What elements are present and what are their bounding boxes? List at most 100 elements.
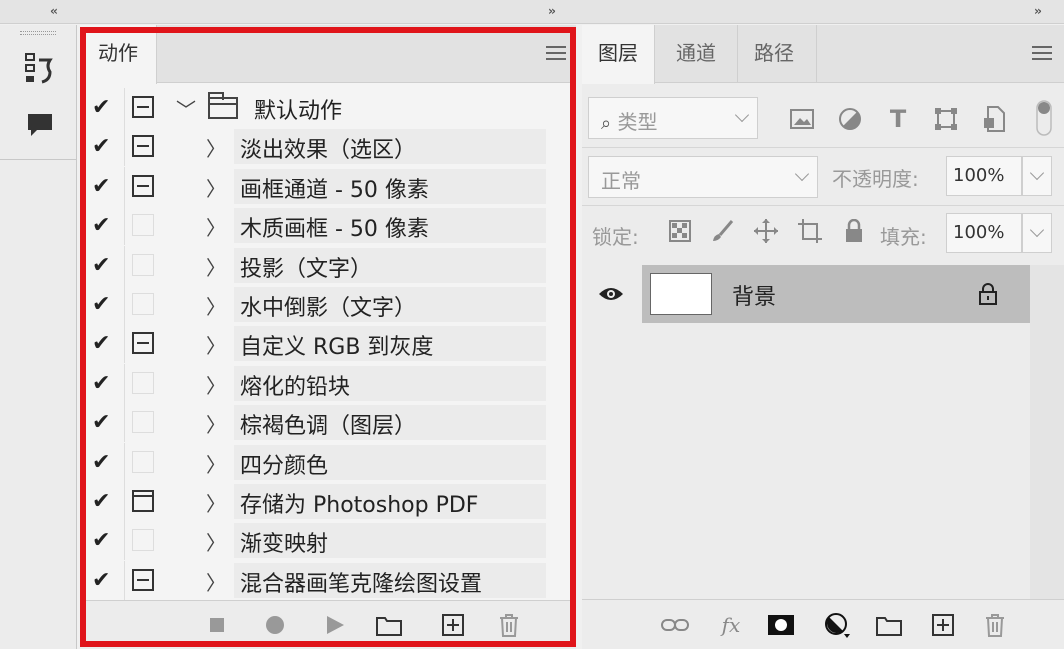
- strip-grip[interactable]: [20, 31, 56, 35]
- new-fill-adjustment-icon[interactable]: [822, 610, 852, 640]
- filter-pixel-icon[interactable]: [788, 105, 816, 133]
- expand-right-icon[interactable]: ››: [1034, 4, 1042, 18]
- lock-image-pixels-brush-icon[interactable]: [708, 217, 736, 245]
- opacity-input[interactable]: 100%: [946, 156, 1022, 196]
- action-row[interactable]: ✔ 〉存储为 Photoshop PDF: [88, 482, 568, 521]
- lock-transparent-pixels-icon[interactable]: [666, 217, 694, 245]
- stop-icon[interactable]: [204, 612, 230, 638]
- chevron-right-icon[interactable]: 〉: [206, 330, 226, 359]
- chevron-right-icon[interactable]: 〉: [206, 409, 226, 438]
- lock-all-icon[interactable]: [840, 217, 868, 245]
- filter-adjustment-icon[interactable]: [836, 105, 864, 133]
- dialog-toggle-icon[interactable]: [132, 411, 154, 434]
- checkmark-icon[interactable]: ✔: [92, 411, 116, 435]
- action-row[interactable]: ✔ 〉渐变映射: [88, 521, 568, 561]
- checkmark-icon[interactable]: ✔: [92, 96, 116, 120]
- action-row[interactable]: ✔ 〉木质画框 - 50 像素: [88, 206, 568, 246]
- dialog-toggle-icon[interactable]: [132, 253, 154, 276]
- fill-input[interactable]: 100%: [946, 213, 1022, 253]
- checkmark-icon[interactable]: ✔: [92, 450, 116, 475]
- checkmark-icon[interactable]: ✔: [92, 174, 116, 199]
- chevron-right-icon[interactable]: 〉: [206, 173, 226, 202]
- new-action-icon[interactable]: [440, 612, 466, 638]
- checkmark-icon[interactable]: ✔: [92, 253, 116, 278]
- action-row[interactable]: ✔ 〉熔化的铅块: [88, 363, 568, 403]
- chevron-right-icon[interactable]: 〉: [206, 449, 226, 478]
- dialog-toggle-icon[interactable]: [132, 214, 154, 237]
- chevron-right-icon[interactable]: 〉: [206, 527, 226, 556]
- record-icon[interactable]: [262, 612, 288, 638]
- dialog-toggle-icon[interactable]: [132, 332, 154, 355]
- add-mask-icon[interactable]: [766, 610, 796, 640]
- dialog-toggle-icon[interactable]: [132, 371, 154, 394]
- action-set-row[interactable]: ✔ ﹀ 默认动作: [88, 88, 568, 127]
- action-row[interactable]: ✔ 〉水中倒影（文字）: [88, 285, 568, 324]
- dialog-toggle-icon[interactable]: [132, 135, 154, 158]
- checkmark-icon[interactable]: ✔: [92, 135, 116, 159]
- fill-dropdown[interactable]: [1022, 213, 1052, 253]
- dialog-toggle-icon[interactable]: [132, 490, 154, 512]
- action-row[interactable]: ✔ 〉投影（文字）: [88, 245, 568, 285]
- layer-row[interactable]: 背景: [582, 265, 1030, 323]
- chevron-right-icon[interactable]: 〉: [206, 488, 226, 517]
- action-row[interactable]: ✔ 〉自定义 RGB 到灰度: [88, 324, 568, 364]
- layers-panel: 图层 通道 路径 ⌕ 类型 T 正常 不透明度: 100% 锁定: 填充: 10…: [582, 25, 1064, 649]
- checkmark-icon[interactable]: ✔: [92, 529, 116, 553]
- chevron-right-icon[interactable]: 〉: [206, 252, 226, 281]
- chevron-right-icon[interactable]: 〉: [206, 212, 226, 241]
- action-row[interactable]: ✔ 〉混合器画笔克隆绘图设置: [88, 560, 568, 600]
- delete-trash-icon[interactable]: [496, 612, 522, 638]
- new-layer-icon[interactable]: [928, 610, 958, 640]
- new-group-folder-icon[interactable]: [874, 610, 904, 640]
- action-row[interactable]: ✔ 〉棕褐色调（图层）: [88, 403, 568, 443]
- layer-filter-kind-select[interactable]: ⌕ 类型: [588, 97, 758, 139]
- collapse-left-icon[interactable]: ‹‹: [50, 4, 58, 18]
- history-icon[interactable]: [22, 51, 58, 87]
- dialog-toggle-icon[interactable]: [132, 96, 154, 118]
- filter-type-icon[interactable]: T: [884, 105, 912, 133]
- play-icon[interactable]: [322, 612, 348, 638]
- action-name: 熔化的铅块: [240, 374, 351, 400]
- filter-shape-icon[interactable]: [932, 105, 960, 133]
- dialog-toggle-icon[interactable]: [132, 450, 154, 473]
- tab-layers[interactable]: 图层: [582, 25, 655, 84]
- delete-layer-trash-icon[interactable]: [980, 610, 1010, 640]
- comments-icon[interactable]: [22, 107, 58, 143]
- chevron-down-icon[interactable]: ﹀: [176, 94, 196, 123]
- checkmark-icon[interactable]: ✔: [92, 293, 116, 317]
- filter-toggle-switch[interactable]: [1034, 99, 1054, 137]
- checkmark-icon[interactable]: ✔: [92, 332, 116, 356]
- dialog-toggle-icon[interactable]: [132, 568, 154, 591]
- lock-position-move-icon[interactable]: [752, 217, 780, 245]
- opacity-dropdown[interactable]: [1022, 156, 1052, 196]
- expand-panels-icon[interactable]: ››: [548, 4, 556, 18]
- dialog-toggle-icon[interactable]: [132, 174, 154, 197]
- action-row[interactable]: ✔ 〉四分颜色: [88, 442, 568, 482]
- chevron-right-icon[interactable]: 〉: [206, 133, 226, 162]
- tab-actions[interactable]: 动作: [80, 25, 157, 84]
- chevron-right-icon[interactable]: 〉: [206, 291, 226, 320]
- actions-panel-menu-icon[interactable]: [546, 46, 566, 60]
- layers-panel-menu-icon[interactable]: [1032, 46, 1052, 60]
- layers-scrollbar[interactable]: [1030, 265, 1064, 599]
- dialog-toggle-icon[interactable]: [132, 293, 154, 315]
- checkmark-icon[interactable]: ✔: [92, 490, 116, 514]
- layer-main[interactable]: 背景: [642, 265, 1030, 323]
- eye-visibility-icon[interactable]: [582, 265, 640, 323]
- action-row[interactable]: ✔ 〉淡出效果（选区）: [88, 127, 568, 167]
- checkmark-icon[interactable]: ✔: [92, 214, 116, 238]
- dialog-toggle-icon[interactable]: [132, 529, 154, 552]
- chevron-right-icon[interactable]: 〉: [206, 370, 226, 399]
- tab-paths[interactable]: 路径: [738, 25, 810, 83]
- blend-mode-select[interactable]: 正常: [588, 156, 818, 198]
- tab-channels[interactable]: 通道: [660, 25, 732, 83]
- link-layers-icon[interactable]: [660, 610, 690, 640]
- fx-layer-style-icon[interactable]: fx: [716, 610, 746, 640]
- chevron-right-icon[interactable]: 〉: [206, 567, 226, 596]
- checkmark-icon[interactable]: ✔: [92, 371, 116, 396]
- checkmark-icon[interactable]: ✔: [92, 568, 116, 593]
- lock-artboard-icon[interactable]: [796, 217, 824, 245]
- filter-smart-object-icon[interactable]: [980, 105, 1008, 133]
- action-row[interactable]: ✔ 〉画框通道 - 50 像素: [88, 166, 568, 206]
- new-set-folder-icon[interactable]: [376, 612, 402, 638]
